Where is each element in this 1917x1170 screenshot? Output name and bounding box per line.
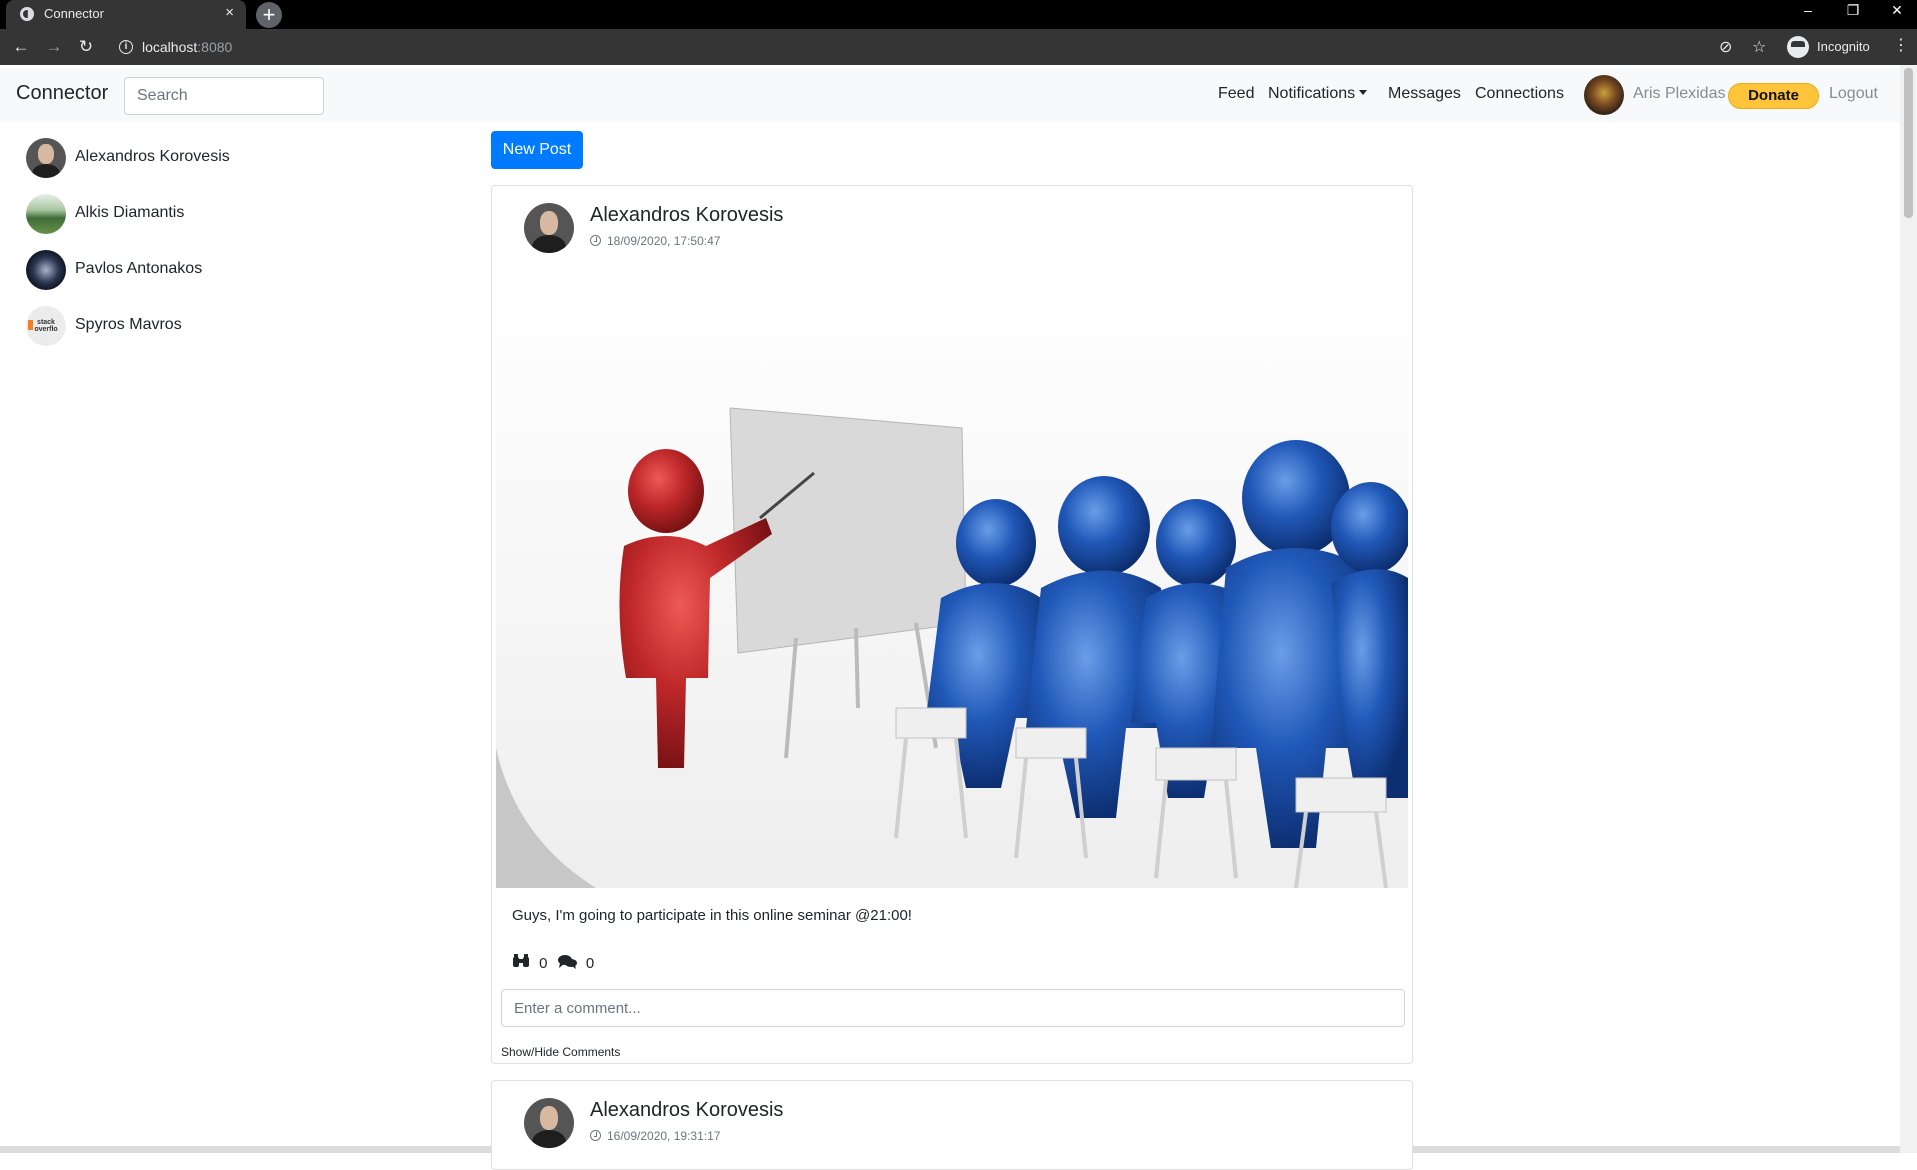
bookmark-star-icon[interactable]: ☆ (1752, 37, 1766, 57)
contact-item[interactable]: Alexandros Korovesis (26, 138, 326, 178)
contact-item[interactable]: Alkis Diamantis (26, 194, 326, 234)
nav-connections-link[interactable]: Connections (1475, 85, 1564, 103)
url-port: :8080 (197, 39, 233, 55)
post-timestamp: 16/09/2020, 19:31:17 (590, 1129, 720, 1143)
toggle-comments-link[interactable]: Show/Hide Comments (501, 1045, 620, 1059)
post-timestamp-text: 18/09/2020, 17:50:47 (607, 234, 721, 248)
post-card: Alexandros Korovesis 18/09/2020, 17:50:4… (491, 185, 1413, 1064)
post-stats: 0 0 (512, 954, 594, 973)
contact-avatar (26, 194, 66, 234)
post-author-avatar[interactable] (524, 203, 574, 253)
contact-avatar (26, 250, 66, 290)
comment-input[interactable] (501, 989, 1405, 1027)
tab-close-icon[interactable]: × (225, 4, 234, 21)
incognito-label: Incognito (1817, 39, 1870, 54)
browser-tab[interactable]: Connector × (6, 0, 246, 29)
url-host: localhost (142, 39, 198, 55)
clock-icon (590, 235, 601, 246)
back-arrow-icon[interactable]: ← (9, 35, 33, 59)
brand-logo[interactable]: Connector (16, 82, 108, 105)
incognito-icon (1787, 36, 1809, 58)
nav-messages-link[interactable]: Messages (1388, 85, 1461, 103)
user-name-link[interactable]: Aris Plexidas (1633, 85, 1725, 103)
post-author-avatar[interactable] (524, 1098, 574, 1148)
eye-off-icon[interactable]: ⊘ (1719, 37, 1732, 57)
site-info-icon[interactable]: i (119, 40, 133, 54)
url-field[interactable]: localhost:8080 (142, 39, 232, 55)
comments-icon[interactable] (557, 954, 577, 973)
nav-notifications-dropdown[interactable]: Notifications (1268, 85, 1368, 103)
post-timestamp-text: 16/09/2020, 19:31:17 (607, 1129, 721, 1143)
minimize-window-icon[interactable]: – (1788, 2, 1828, 18)
nav-feed-link[interactable]: Feed (1218, 85, 1254, 103)
comment-count: 0 (585, 955, 595, 972)
contact-name: Pavlos Antonakos (75, 260, 203, 277)
contact-item[interactable]: stack overflo Spyros Mavros (26, 306, 326, 346)
post-author[interactable]: Alexandros Korovesis (590, 204, 783, 227)
browser-menu-icon[interactable]: ⋮ (1893, 35, 1909, 55)
scrollbar-thumb[interactable] (1904, 68, 1913, 218)
new-post-button[interactable]: New Post (491, 131, 583, 169)
tab-favicon-icon (20, 7, 34, 21)
contact-name: Alexandros Korovesis (75, 148, 230, 165)
contact-avatar (26, 138, 66, 178)
search-input[interactable] (124, 77, 324, 115)
post-image (496, 278, 1408, 888)
contact-item[interactable]: Pavlos Antonakos (26, 250, 326, 290)
app-navbar: Connector Feed Notifications Messages Co… (0, 68, 1900, 122)
user-avatar[interactable] (1584, 75, 1624, 115)
logout-link[interactable]: Logout (1829, 85, 1878, 103)
close-window-icon[interactable]: ✕ (1877, 2, 1917, 19)
browser-tab-strip: Connector × + – ❐ ✕ (0, 0, 1917, 29)
forward-arrow-icon[interactable]: → (42, 35, 66, 59)
caret-down-icon (1359, 90, 1368, 95)
donate-button[interactable]: Donate (1728, 83, 1819, 109)
post-timestamp: 18/09/2020, 17:50:47 (590, 234, 720, 248)
browser-address-bar: ← → ↻ i localhost:8080 ⊘ ☆ Incognito ⋮ (0, 29, 1917, 65)
interest-count: 0 (539, 955, 548, 972)
clock-icon (590, 1130, 601, 1141)
contact-avatar: stack overflo (26, 306, 66, 346)
restore-window-icon[interactable]: ❐ (1833, 2, 1873, 19)
tab-title: Connector (44, 6, 104, 21)
binoculars-icon[interactable] (512, 954, 530, 973)
contact-name: Alkis Diamantis (75, 204, 185, 221)
nav-notifications-label: Notifications (1268, 85, 1356, 102)
vertical-scrollbar[interactable] (1900, 65, 1917, 1153)
reload-icon[interactable]: ↻ (74, 35, 98, 59)
contact-name: Spyros Mavros (75, 316, 182, 333)
presentation-illustration (496, 278, 1408, 888)
post-author[interactable]: Alexandros Korovesis (590, 1099, 783, 1122)
post-card: Alexandros Korovesis 16/09/2020, 19:31:1… (491, 1080, 1413, 1170)
post-text: Guys, I'm going to participate in this o… (512, 907, 912, 924)
new-tab-button[interactable]: + (256, 2, 282, 28)
